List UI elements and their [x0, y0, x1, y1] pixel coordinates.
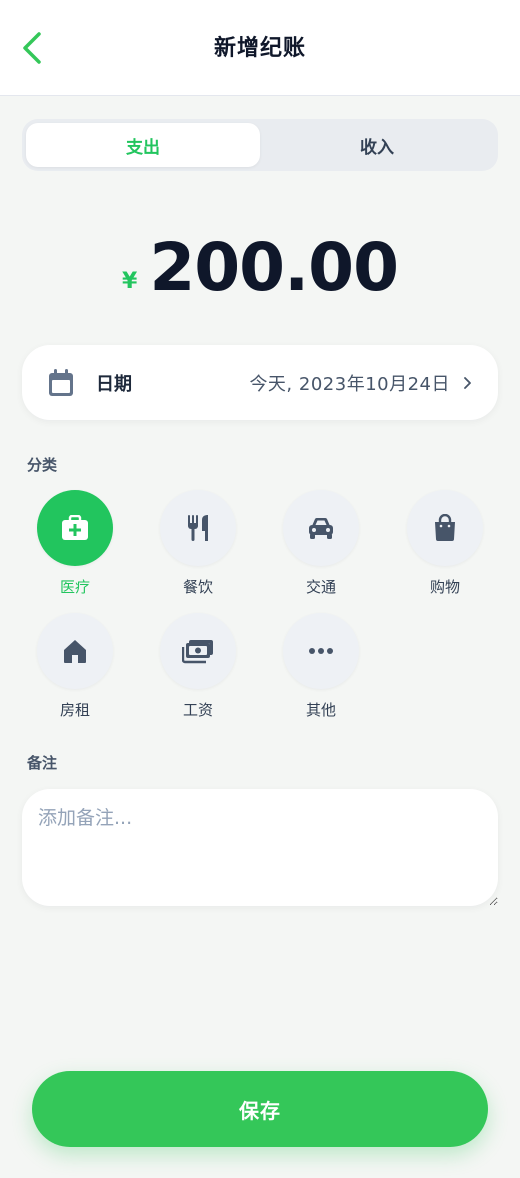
category-label: 交通: [305, 578, 336, 596]
category-medical[interactable]: 医疗: [25, 490, 125, 597]
category-dining[interactable]: 餐饮: [148, 490, 248, 597]
category-other[interactable]: 其他: [271, 613, 371, 720]
tab-expense[interactable]: 支出: [26, 123, 260, 167]
category-icon-wrap: [37, 613, 113, 689]
category-transport[interactable]: 交通: [271, 490, 371, 597]
calendar-icon: [49, 368, 73, 396]
save-button[interactable]: 保存: [32, 1071, 488, 1147]
date-value: 今天, 2023年10月24日: [249, 373, 450, 395]
amount-display[interactable]: ¥ 200.00: [0, 228, 520, 308]
shopping-bag-icon: [435, 514, 455, 541]
category-label: 工资: [182, 701, 213, 719]
money-icon: [182, 640, 213, 664]
category-icon-wrap: [37, 490, 113, 566]
type-segmented-control: 支出 收入: [22, 119, 498, 171]
car-icon: [309, 517, 333, 539]
app-header: 新增纪账: [0, 0, 520, 96]
add-record-screen: 新增纪账 支出 收入 ¥ 200.00 日期 今天, 2023年10月24日 分…: [0, 0, 520, 1178]
currency-symbol: ¥: [122, 269, 138, 294]
tab-income[interactable]: 收入: [260, 123, 494, 167]
date-label: 日期: [96, 373, 132, 395]
category-label: 购物: [429, 578, 460, 596]
medical-kit-icon: [62, 515, 88, 540]
utensils-icon: [188, 515, 208, 541]
category-salary[interactable]: 工资: [148, 613, 248, 720]
page-title: 新增纪账: [213, 36, 306, 61]
note-section-label: 备注: [27, 754, 58, 772]
category-label: 餐饮: [182, 578, 213, 596]
more-icon: [309, 648, 333, 654]
category-icon-wrap: [407, 490, 483, 566]
category-icon-wrap: [283, 613, 359, 689]
category-label: 其他: [305, 701, 336, 719]
category-rent[interactable]: 房租: [25, 613, 125, 720]
date-picker-row[interactable]: 日期 今天, 2023年10月24日: [22, 345, 498, 420]
category-icon-wrap: [160, 613, 236, 689]
house-icon: [64, 640, 86, 663]
amount-value: 200.00: [149, 229, 399, 306]
category-label: 房租: [59, 701, 90, 719]
category-label: 医疗: [59, 578, 90, 596]
category-icon-wrap: [160, 490, 236, 566]
category-icon-wrap: [283, 490, 359, 566]
chevron-right-icon: [464, 376, 471, 389]
note-input[interactable]: [22, 789, 498, 906]
category-section-label: 分类: [27, 456, 58, 474]
category-shopping[interactable]: 购物: [395, 490, 495, 597]
